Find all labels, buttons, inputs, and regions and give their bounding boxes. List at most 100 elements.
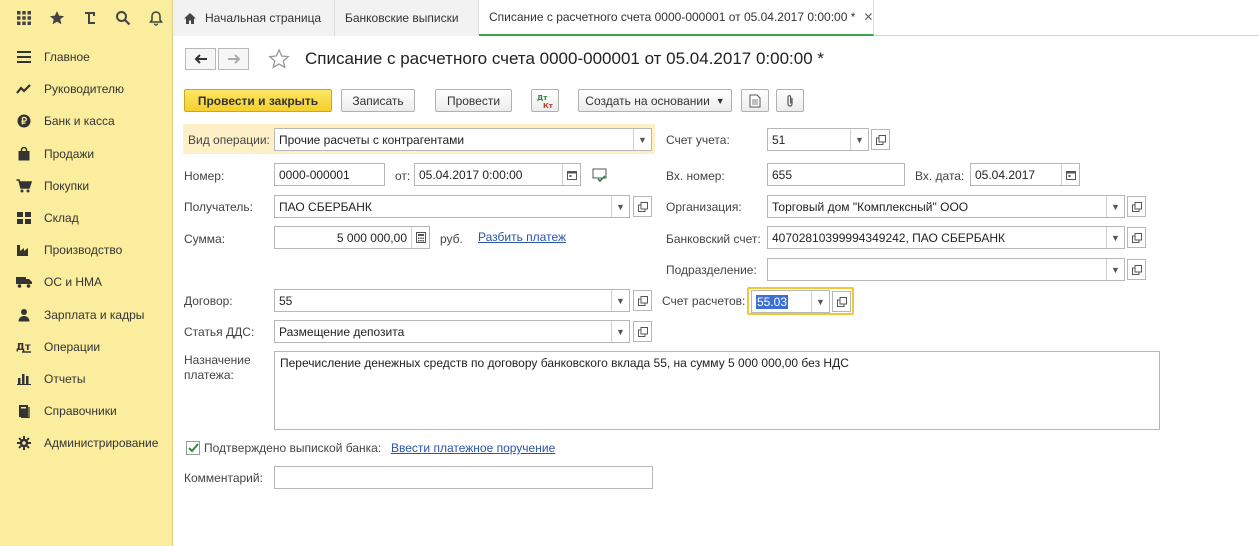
history-icon[interactable] <box>74 4 105 32</box>
recipient-label: Получатель: <box>184 200 253 214</box>
notifications-bell-icon[interactable] <box>141 4 172 32</box>
bank-account-open-button[interactable] <box>1127 227 1146 248</box>
back-button[interactable] <box>185 48 216 70</box>
sidebar-item-directories[interactable]: Справочники <box>0 395 172 427</box>
open-window-icon <box>1131 232 1142 243</box>
split-payment-link[interactable]: Разбить платеж <box>478 230 566 244</box>
purpose-textarea[interactable]: Перечисление денежных средств по договор… <box>274 351 1160 430</box>
operation-type-select[interactable]: Прочие расчеты с контрагентами ▼ <box>274 128 652 151</box>
sidebar-item-reports[interactable]: Отчеты <box>0 363 172 395</box>
tab-bank-statements[interactable]: Банковские выписки <box>335 0 479 36</box>
tab-home[interactable]: Начальная страница <box>173 0 335 36</box>
department-open-button[interactable] <box>1127 259 1146 280</box>
sidebar-item-payroll[interactable]: Зарплата и кадры <box>0 299 172 331</box>
chevron-down-icon[interactable]: ▼ <box>611 321 629 342</box>
chevron-down-icon[interactable]: ▼ <box>611 196 629 217</box>
chevron-down-icon[interactable]: ▼ <box>1106 196 1124 217</box>
sidebar-item-warehouse[interactable]: Склад <box>0 202 172 234</box>
in-number-input[interactable]: 655 <box>767 163 905 186</box>
attach-file-button[interactable] <box>776 89 804 112</box>
favorite-star-icon[interactable] <box>268 48 290 73</box>
post-and-close-button[interactable]: Провести и закрыть <box>184 89 332 112</box>
favorites-star-icon[interactable] <box>41 4 72 32</box>
settlement-account-label: Счет расчетов: <box>662 294 746 308</box>
in-date-value: 05.04.2017 <box>975 167 1036 182</box>
sum-input[interactable]: 5 000 000,00 <box>274 226 430 249</box>
dds-select[interactable]: Размещение депозита ▼ <box>274 320 630 343</box>
tab-writeoff-document[interactable]: Списание с расчетного счета 0000-000001 … <box>479 0 874 36</box>
in-date-input[interactable]: 05.04.2017 <box>970 163 1080 186</box>
number-input[interactable]: 0000-000001 <box>274 163 385 186</box>
open-window-icon <box>1131 264 1142 275</box>
bank-account-value: 40702810399994349242, ПАО СБЕРБАНК <box>772 230 1005 245</box>
sidebar-item-manager[interactable]: Руководителю <box>0 73 172 105</box>
comment-input[interactable] <box>274 466 653 489</box>
close-icon[interactable]: ✕ <box>863 10 873 24</box>
save-button[interactable]: Записать <box>341 89 415 112</box>
contract-select[interactable]: 55 ▼ <box>274 289 630 312</box>
purpose-label-line1: Назначение <box>184 353 251 367</box>
account-select[interactable]: 51 ▼ <box>767 128 869 151</box>
organization-open-button[interactable] <box>1127 196 1146 217</box>
chevron-down-icon[interactable]: ▼ <box>811 291 829 312</box>
calculator-icon[interactable] <box>411 227 429 248</box>
bar-chart-icon <box>15 371 33 387</box>
search-icon[interactable] <box>108 4 139 32</box>
home-icon <box>184 12 196 24</box>
chevron-down-icon[interactable]: ▼ <box>1106 259 1124 280</box>
chevron-down-icon[interactable]: ▼ <box>850 129 868 150</box>
sidebar-item-production[interactable]: Производство <box>0 234 172 266</box>
dds-open-button[interactable] <box>633 321 652 342</box>
chevron-down-icon[interactable]: ▼ <box>611 290 629 311</box>
recipient-open-button[interactable] <box>633 196 652 217</box>
sidebar-item-purchases[interactable]: Покупки <box>0 170 172 202</box>
number-value: 0000-000001 <box>279 167 350 182</box>
sum-value: 5 000 000,00 <box>336 230 407 245</box>
sidebar-item-label: Справочники <box>44 404 117 419</box>
organization-label: Организация: <box>666 200 742 214</box>
tab-writeoff-label: Списание с расчетного счета 0000-000001 … <box>489 10 856 24</box>
settlement-account-open-button[interactable] <box>832 291 851 312</box>
open-window-icon <box>875 134 886 145</box>
department-select[interactable]: ▼ <box>767 258 1125 281</box>
sidebar-item-operations[interactable]: Дт Операции <box>0 331 172 363</box>
contract-open-button[interactable] <box>633 290 652 311</box>
sidebar-item-bank-cash[interactable]: Банк и касса <box>0 105 172 137</box>
dds-label: Статья ДДС: <box>184 325 255 339</box>
date-label: от: <box>395 169 411 183</box>
sidebar-item-sales[interactable]: Продажи <box>0 138 172 170</box>
top-bar: Начальная страница Банковские выписки Сп… <box>0 0 1259 36</box>
settlement-account-select[interactable]: 55.03 ▼ <box>751 290 830 313</box>
post-button[interactable]: Провести <box>435 89 512 112</box>
top-icons <box>0 0 173 36</box>
sidebar-item-label: Главное <box>44 50 90 65</box>
open-window-icon <box>637 295 648 306</box>
comment-label: Комментарий: <box>184 471 263 485</box>
chevron-down-icon[interactable]: ▼ <box>633 129 651 150</box>
sidebar-item-label: Производство <box>44 243 123 258</box>
enter-payment-order-link[interactable]: Ввести платежное поручение <box>391 441 555 455</box>
forward-button[interactable] <box>218 48 249 70</box>
sidebar-item-main[interactable]: Главное <box>0 41 172 73</box>
debit-credit-button[interactable]: Дт Кт <box>531 89 559 112</box>
recipient-select[interactable]: ПАО СБЕРБАНК ▼ <box>274 195 630 218</box>
sidebar-item-administration[interactable]: Администрирование <box>0 427 172 459</box>
calendar-icon[interactable] <box>1061 164 1079 185</box>
menu-lines-icon <box>15 49 33 65</box>
confirmed-checkbox[interactable] <box>186 441 200 455</box>
sidebar-item-fixed-assets[interactable]: ОС и НМА <box>0 266 172 298</box>
document-print-button[interactable] <box>741 89 769 112</box>
create-based-on-button[interactable]: Создать на основании ▼ <box>578 89 732 112</box>
sidebar-item-label: Покупки <box>44 178 90 193</box>
tab-home-label: Начальная страница <box>205 11 322 25</box>
date-input[interactable]: 05.04.2017 0:00:00 <box>414 163 581 186</box>
bank-account-select[interactable]: 40702810399994349242, ПАО СБЕРБАНК ▼ <box>767 226 1125 249</box>
chevron-down-icon[interactable]: ▼ <box>1106 227 1124 248</box>
operation-type-label: Вид операции: <box>188 133 270 147</box>
account-open-button[interactable] <box>871 129 890 150</box>
check-number-icon[interactable] <box>592 168 608 185</box>
apps-grid-icon[interactable] <box>8 4 39 32</box>
number-label: Номер: <box>184 169 225 183</box>
organization-select[interactable]: Торговый дом "Комплексный" ООО ▼ <box>767 195 1125 218</box>
calendar-icon[interactable] <box>562 164 580 185</box>
